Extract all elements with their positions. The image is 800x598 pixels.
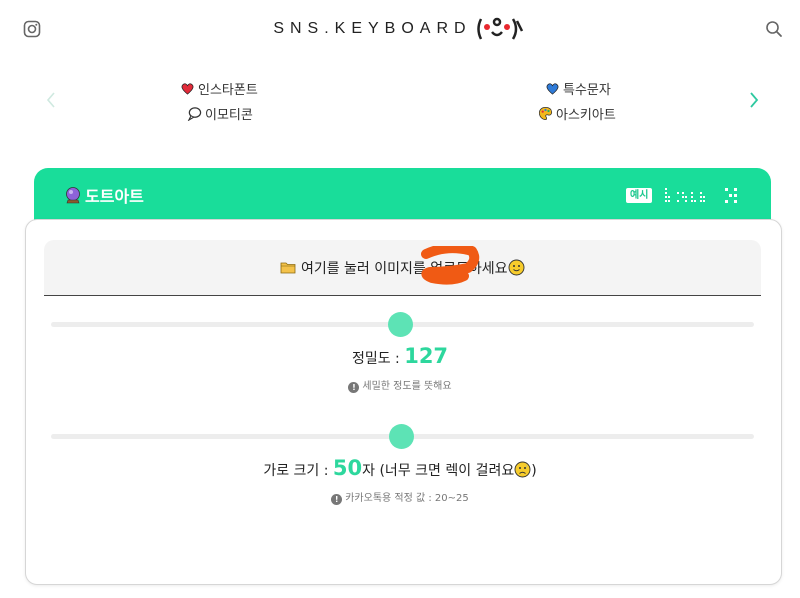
nav-item-special-chars[interactable]: 특수문자 [545,79,611,98]
width-suffix: 자 (너무 크면 렉이 걸려요 [362,463,515,479]
site-logo[interactable]: SNS.KEYBOARD [0,16,800,42]
header: SNS.KEYBOARD [0,0,800,62]
width-value: 50 [332,456,363,480]
braille-dots-icon[interactable] [722,186,742,206]
orange-scribble-mark [421,246,480,285]
info-icon: ! [331,494,343,505]
width-readout: 가로 크기 : 50자 (너무 크면 렉이 걸려요 ) [0,456,800,480]
image-upload-button[interactable]: 여기를 눌러 이미지를 업로드하세요 [44,240,761,296]
precision-hint: ! 세밀한 정도를 뜻해요 [0,377,800,393]
folder-icon [281,262,296,274]
nav-item-label: 이모티콘 [205,108,253,123]
blue-heart-icon [546,83,559,95]
width-closing: ) [531,463,537,479]
width-slider-thumb[interactable] [389,424,414,449]
width-hint-text: 카카오톡용 적정 값 : 20~25 [345,493,469,504]
precision-readout: 정밀도 : 127 [0,344,800,368]
smiley-icon [508,259,524,276]
section-title: 도트아트 [64,183,144,207]
nav-item-instafont[interactable]: 인스타폰트 [180,79,258,98]
braille-example-icon [665,188,705,202]
nav-item-label: 아스키아트 [556,108,616,123]
precision-hint-text: 세밀한 정도를 뜻해요 [362,381,452,392]
precision-label: 정밀도 : [351,351,405,367]
logo-face-icon [476,17,523,40]
nav-item-ascii-art[interactable]: 아스키아트 [538,104,616,123]
crystal-ball-icon [66,187,80,204]
art-palette-icon [538,107,553,120]
speech-bubble-icon [187,107,202,121]
precision-slider-thumb[interactable] [388,312,413,337]
upload-label-row: 여기를 눌러 이미지를 업로드하세요 [44,258,761,278]
prev-arrow-icon[interactable] [44,90,58,110]
width-label: 가로 크기 : [263,463,333,479]
search-icon[interactable] [765,20,783,38]
nav-item-label: 특수문자 [563,83,611,98]
next-arrow-icon[interactable] [747,90,761,110]
nav-item-emoticon[interactable]: 이모티콘 [187,104,253,123]
section-title-text: 도트아트 [85,187,144,206]
width-hint: ! 카카오톡용 적정 값 : 20~25 [0,489,800,505]
red-heart-icon [181,83,194,95]
info-icon: ! [348,382,360,393]
nav-item-label: 인스타폰트 [198,83,258,98]
example-badge[interactable]: 예시 [626,188,653,203]
sad-face-icon [514,461,531,478]
logo-text: SNS.KEYBOARD [273,20,472,37]
precision-value: 127 [404,344,449,368]
